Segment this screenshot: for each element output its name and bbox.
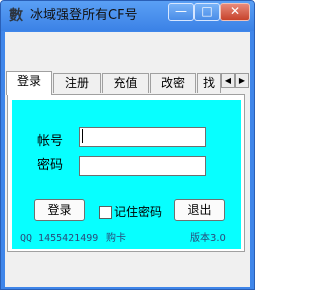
close-button[interactable]: ✕ [220, 3, 250, 21]
tab-scroll-right-icon[interactable]: ▶ [235, 73, 249, 88]
buy-card-link[interactable]: 购卡 [106, 233, 126, 245]
version-text: 版本3.0 [190, 233, 226, 244]
tab-change-password[interactable]: 改密 [150, 73, 196, 93]
exit-button[interactable]: 退出 [174, 199, 225, 221]
password-label: 密码 [37, 158, 64, 173]
account-field[interactable] [79, 127, 206, 147]
account-label: 帐号 [37, 134, 64, 149]
title-bar[interactable]: 數 冰域强登所有CF号 — □ ✕ [1, 1, 254, 31]
qq-contact: QQ 1455421499 [20, 233, 99, 244]
tab-find[interactable]: 找 [197, 73, 221, 93]
minimize-button[interactable]: — [168, 3, 194, 21]
remember-password-label: 记住密码 [114, 205, 163, 219]
tab-register[interactable]: 注册 [53, 73, 101, 93]
tab-scroll-left-icon[interactable]: ◀ [221, 73, 235, 88]
remember-password-checkbox[interactable] [99, 206, 112, 219]
password-field[interactable] [79, 156, 206, 176]
seal-glyph-icon: 數 [9, 8, 23, 24]
maximize-button[interactable]: □ [194, 3, 220, 21]
window-title: 冰域强登所有CF号 [30, 8, 138, 23]
login-button[interactable]: 登录 [34, 199, 85, 221]
tab-login[interactable]: 登录 [6, 71, 52, 95]
text-caret [82, 129, 83, 143]
tab-recharge[interactable]: 充值 [102, 73, 149, 93]
